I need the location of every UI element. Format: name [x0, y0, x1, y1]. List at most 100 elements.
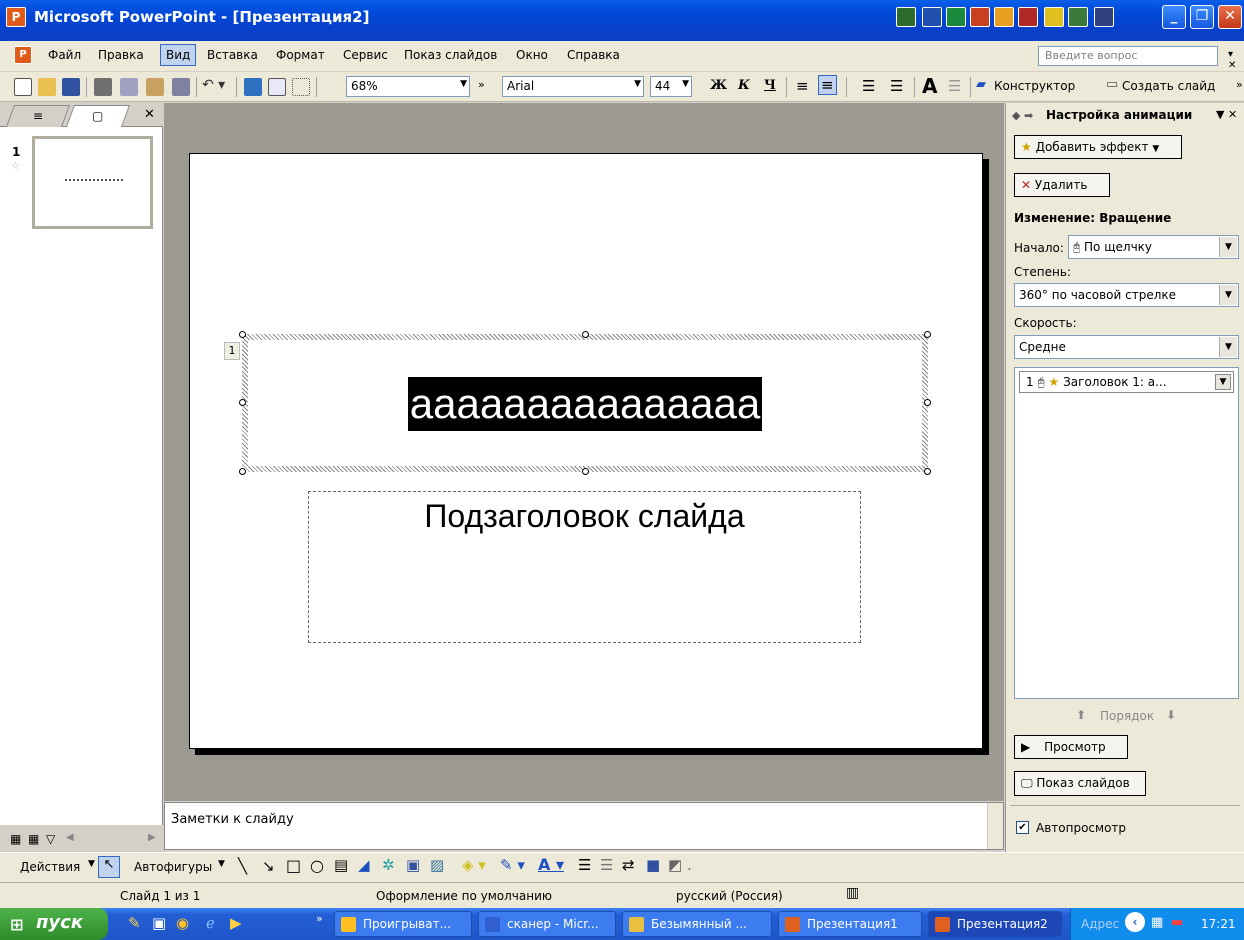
task-paint[interactable]: Безымянный ... [622, 911, 772, 937]
frontpage-icon[interactable] [1068, 7, 1088, 27]
quicklaunch-icon-2[interactable] [1094, 7, 1114, 27]
actions-menu[interactable]: Действия [20, 860, 80, 874]
task-presentation2[interactable]: Презентация2 [928, 911, 1062, 937]
bold-button[interactable]: Ж [710, 78, 727, 93]
resize-handle[interactable] [582, 331, 589, 338]
wordart-icon[interactable]: ◢ [358, 856, 370, 874]
tray-language-icon[interactable]: ▬ [1171, 915, 1183, 930]
menu-help[interactable]: Справка [567, 48, 620, 62]
fill-color-icon[interactable]: ◈ ▾ [462, 856, 486, 874]
grid-icon[interactable] [292, 78, 310, 96]
font-select[interactable]: Arial ▼ [502, 76, 644, 97]
quicklaunch-outlook-icon[interactable]: ◉ [176, 914, 189, 932]
resize-handle[interactable] [924, 331, 931, 338]
new-slide-button[interactable]: Создать слайд [1122, 79, 1215, 93]
close-pane-icon[interactable]: ✕ [144, 107, 155, 122]
textbox-icon[interactable]: ▤ [334, 856, 348, 874]
undo-icon[interactable]: ↶ ▾ [202, 77, 225, 93]
toolbar-options-icon[interactable]: » [1236, 78, 1243, 91]
tray-network-icon[interactable]: ▦ [1151, 915, 1163, 930]
dash-style-icon[interactable]: ☰ [600, 856, 613, 874]
font-size-select[interactable]: 44 ▼ [650, 76, 692, 97]
preview-button[interactable]: ▶ Просмотр [1014, 735, 1128, 759]
underline-button[interactable]: Ч [764, 78, 776, 93]
designer-button[interactable]: Конструктор [994, 79, 1075, 93]
internet-explorer-icon[interactable]: ℯ [206, 914, 215, 932]
pane-menu-icon[interactable]: ▼ ✕ [1216, 108, 1237, 121]
start-select[interactable]: 🖰 По щелчку ▼ [1068, 235, 1239, 259]
start-button[interactable]: ⊞ пуск [0, 908, 108, 940]
increase-font-icon[interactable]: A [922, 74, 937, 98]
resize-handle[interactable] [582, 468, 589, 475]
help-dropdown-icon[interactable]: ▾ ✕ [1228, 49, 1244, 71]
title-placeholder[interactable]: ааааааааааааааа [239, 331, 931, 475]
access-icon[interactable] [1018, 7, 1038, 27]
powerpoint-app-icon[interactable]: P [6, 7, 26, 27]
zoom-select[interactable]: 68% ▼ [346, 76, 470, 97]
remove-button[interactable]: ✕ Удалить [1014, 173, 1110, 197]
picture-icon[interactable]: ▨ [430, 856, 444, 874]
slide-title-text[interactable]: ааааааааааааааа [407, 377, 763, 431]
degree-select[interactable]: 360° по часовой стрелке ▼ [1014, 283, 1239, 307]
add-effect-button[interactable]: ★ Добавить эффект ▼ [1014, 135, 1182, 159]
select-pointer-icon[interactable]: ↖ [98, 856, 120, 878]
chart-icon[interactable] [244, 78, 262, 96]
more-quicklaunch-icon[interactable]: » [316, 912, 323, 925]
paste-icon[interactable] [146, 78, 164, 96]
autoshapes-menu[interactable]: Автофигуры [134, 860, 212, 874]
line-icon[interactable]: ╲ [238, 857, 247, 875]
quicklaunch-pen-icon[interactable]: ✎ [128, 914, 141, 932]
resize-handle[interactable] [239, 468, 246, 475]
spelling-icon[interactable]: ▥ [846, 885, 859, 901]
tab-slides[interactable]: ▢ [65, 105, 131, 127]
task-word[interactable]: сканер - Micr... [478, 911, 616, 937]
speed-select[interactable]: Средне ▼ [1014, 335, 1239, 359]
animation-order-tag[interactable]: 1 [224, 342, 240, 360]
menu-edit[interactable]: Правка [98, 48, 144, 62]
line-style-icon[interactable]: ☰ [578, 856, 591, 874]
print-icon[interactable] [94, 78, 112, 96]
move-down-icon[interactable]: ⬇ [1166, 708, 1176, 722]
menu-insert[interactable]: Вставка [207, 48, 258, 62]
move-up-icon[interactable]: ⬆ [1076, 708, 1086, 722]
diagram-icon[interactable]: ✲ [382, 856, 395, 874]
numbering-icon[interactable]: ☰ [862, 77, 875, 95]
restore-button[interactable]: ❐ [1190, 5, 1214, 29]
3d-icon[interactable]: ◩ . [668, 856, 692, 874]
italic-button[interactable]: К [738, 78, 750, 93]
media-player-icon[interactable]: ▶ [230, 914, 242, 932]
menu-slideshow[interactable]: Показ слайдов [404, 48, 497, 62]
help-search-input[interactable]: Введите вопрос [1038, 46, 1218, 66]
address-back-icon[interactable]: ‹ [1125, 912, 1145, 932]
slideshow-button[interactable]: 🖵 Показ слайдов [1014, 771, 1146, 796]
back-arrow-icon[interactable]: ◆ ➡ [1012, 109, 1033, 122]
oval-icon[interactable]: ○ [310, 856, 324, 875]
align-left-icon[interactable]: ≡ [796, 77, 809, 95]
menu-tools[interactable]: Сервис [343, 48, 388, 62]
powerpoint-icon[interactable] [970, 7, 990, 27]
excel-icon[interactable] [946, 7, 966, 27]
scroll-right-icon[interactable]: ▶ [148, 832, 156, 843]
menu-window[interactable]: Окно [516, 48, 548, 62]
slide-thumbnail[interactable] [32, 136, 153, 229]
open-icon[interactable] [38, 78, 56, 96]
align-center-icon[interactable]: ≡ [818, 75, 837, 95]
animation-list-item[interactable]: 1 🖰 ★ Заголовок 1: а... ▼ [1019, 371, 1234, 393]
rectangle-icon[interactable]: □ [286, 856, 301, 875]
quicklaunch-icon-1[interactable] [896, 7, 916, 27]
font-color-icon[interactable]: A ▾ [538, 855, 564, 874]
chevron-down-icon[interactable]: ▼ [1215, 374, 1231, 390]
slideshow-view-icon[interactable]: ▽ [46, 832, 55, 846]
shadow-icon[interactable]: ■ [646, 856, 660, 874]
minimize-button[interactable]: _ [1162, 5, 1186, 29]
task-media-player[interactable]: Проигрыват... [334, 911, 472, 937]
animation-list[interactable]: 1 🖰 ★ Заголовок 1: а... ▼ [1014, 367, 1239, 699]
normal-view-icon[interactable]: ▦ [10, 832, 21, 846]
notes-pane[interactable]: Заметки к слайду [164, 802, 1004, 850]
document-icon[interactable]: P [14, 46, 32, 64]
menu-file[interactable]: Файл [48, 48, 81, 62]
quicklaunch-save-icon[interactable]: ▣ [152, 914, 166, 932]
tab-outline[interactable]: ≡ [5, 105, 71, 127]
new-icon[interactable] [14, 78, 32, 96]
sorter-view-icon[interactable]: ▦ [28, 832, 39, 846]
